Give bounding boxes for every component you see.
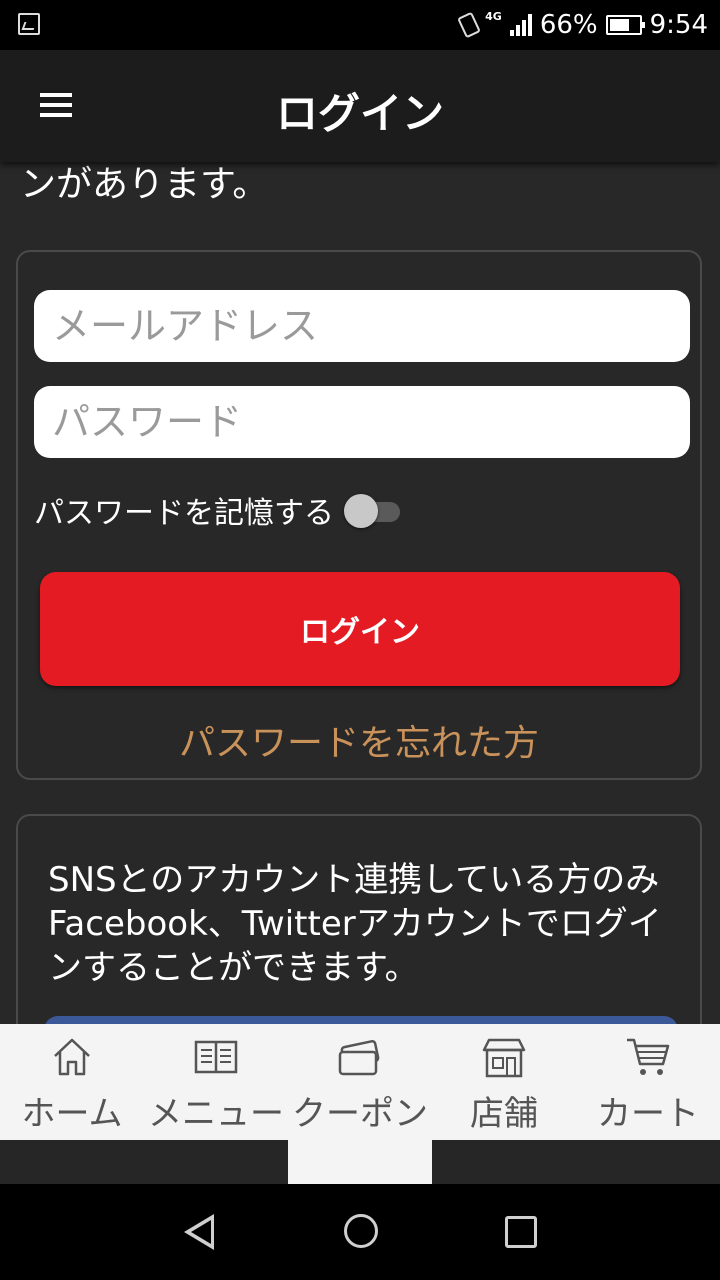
password-field[interactable]: [34, 386, 690, 458]
nav-menu[interactable]: メニュー: [144, 1024, 288, 1140]
gallery-notification-icon: [18, 13, 40, 35]
remember-password-toggle[interactable]: [344, 490, 404, 530]
home-circle-icon[interactable]: [344, 1214, 378, 1248]
login-card: パスワードを記憶する ログイン パスワードを忘れた方: [16, 250, 702, 780]
network-type: 4G: [485, 10, 502, 23]
nav-home[interactable]: ホーム: [0, 1024, 144, 1140]
nav-label-store: 店舗: [470, 1094, 538, 1134]
signal-icon: [509, 14, 532, 36]
menu-book-icon: [194, 1040, 238, 1074]
page-title: ログイン: [275, 89, 444, 138]
home-icon: [54, 1038, 90, 1076]
app-bar: ログイン: [0, 50, 720, 162]
cart-icon: [627, 1038, 670, 1075]
nav-label-coupon: クーポン: [292, 1094, 428, 1134]
email-field[interactable]: [34, 290, 690, 362]
nav-coupon[interactable]: クーポン: [288, 1024, 432, 1184]
coupon-icon: [338, 1039, 380, 1076]
nav-store[interactable]: 店舗: [432, 1024, 576, 1140]
sns-description: SNSとのアカウント連携している方のみFacebook、Twitterアカウント…: [48, 860, 662, 988]
battery-icon: [605, 15, 645, 35]
status-bar: 4G 66% 9:54: [0, 0, 720, 50]
recent-apps-icon[interactable]: [505, 1216, 537, 1248]
intro-text-line: ンがあります。: [20, 164, 269, 205]
nav-label-home: ホーム: [21, 1094, 123, 1134]
login-button[interactable]: ログイン: [40, 572, 680, 686]
nav-cart[interactable]: カート: [576, 1024, 720, 1140]
intro-text: ンがあります。: [20, 158, 700, 212]
clock: 9:54: [649, 10, 708, 40]
nav-label-cart: カート: [597, 1094, 699, 1134]
store-icon: [482, 1038, 526, 1078]
bottom-navigation: ホーム メニュー クーポン 店舗 カート: [0, 1024, 720, 1184]
remember-password-row: パスワードを記憶する: [34, 488, 404, 532]
forgot-password-link[interactable]: パスワードを忘れた方: [18, 714, 700, 766]
battery-percent: 66%: [539, 10, 598, 40]
remember-password-label: パスワードを記憶する: [34, 496, 334, 531]
vibrate-icon: [457, 11, 482, 39]
nav-label-menu: メニュー: [148, 1094, 284, 1134]
